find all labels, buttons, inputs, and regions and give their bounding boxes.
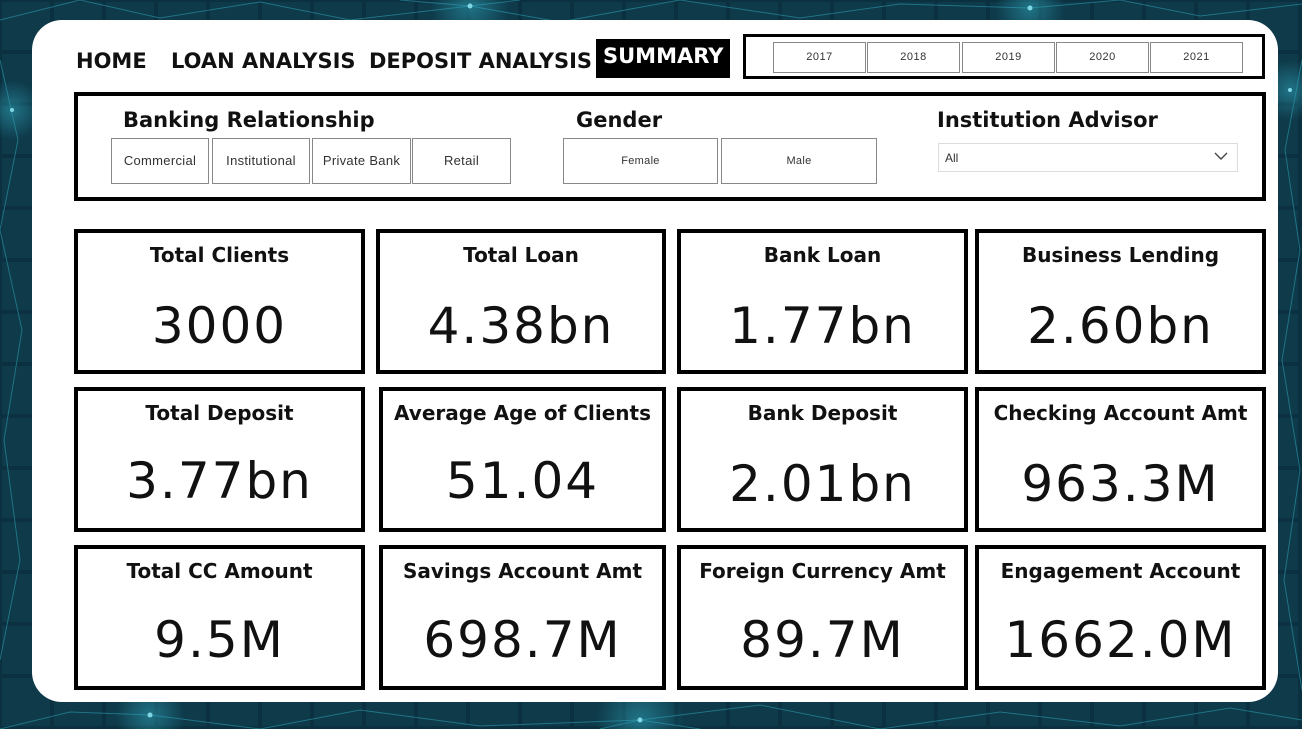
kpi-engagement-account: Engagement Account 1662.0M — [975, 545, 1266, 690]
kpi-bank-loan: Bank Loan 1.77bn — [677, 229, 968, 374]
kpi-checking-account: Checking Account Amt 963.3M — [975, 387, 1266, 532]
institution-advisor-dropdown[interactable]: All — [938, 143, 1238, 172]
kpi-value: 89.7M — [740, 611, 905, 669]
chip-retail[interactable]: Retail — [412, 138, 511, 184]
nav-deposit-analysis[interactable]: DEPOSIT ANALYSIS — [369, 44, 592, 78]
kpi-average-age: Average Age of Clients 51.04 — [379, 387, 666, 532]
kpi-value: 698.7M — [423, 611, 622, 669]
filters-panel: Banking Relationship Commercial Institut… — [74, 92, 1266, 201]
banking-relationship-title: Banking Relationship — [123, 108, 375, 132]
chip-female[interactable]: Female — [563, 138, 718, 184]
kpi-value: 1662.0M — [1004, 611, 1237, 669]
year-button-2017[interactable]: 2017 — [773, 42, 866, 73]
year-button-2020[interactable]: 2020 — [1056, 42, 1149, 73]
chip-institutional[interactable]: Institutional — [212, 138, 310, 184]
chip-commercial[interactable]: Commercial — [111, 138, 209, 184]
kpi-total-loan: Total Loan 4.38bn — [376, 229, 666, 374]
nav-loan-analysis[interactable]: LOAN ANALYSIS — [171, 44, 356, 78]
chevron-down-icon — [1214, 152, 1228, 160]
kpi-foreign-currency: Foreign Currency Amt 89.7M — [677, 545, 968, 690]
kpi-title: Checking Account Amt — [993, 401, 1248, 425]
kpi-title: Total CC Amount — [126, 559, 313, 583]
kpi-title: Engagement Account — [1000, 559, 1241, 583]
kpi-title: Total Loan — [463, 243, 579, 267]
chip-male[interactable]: Male — [721, 138, 877, 184]
kpi-value: 9.5M — [154, 611, 285, 669]
kpi-value: 2.01bn — [729, 455, 916, 513]
institution-advisor-title: Institution Advisor — [937, 108, 1158, 132]
kpi-value: 1.77bn — [729, 297, 916, 355]
kpi-title: Bank Deposit — [747, 401, 898, 425]
gender-title: Gender — [576, 108, 663, 132]
kpi-business-lending: Business Lending 2.60bn — [975, 229, 1266, 374]
year-slicer: 2017 2018 2019 2020 2021 — [743, 34, 1265, 79]
kpi-title: Bank Loan — [763, 243, 882, 267]
kpi-value: 3000 — [151, 297, 288, 355]
kpi-value: 963.3M — [1021, 455, 1220, 513]
year-button-2019[interactable]: 2019 — [962, 42, 1055, 73]
kpi-title: Average Age of Clients — [394, 401, 651, 425]
nav-home[interactable]: HOME — [76, 44, 147, 78]
kpi-total-cc-amount: Total CC Amount 9.5M — [74, 545, 365, 690]
kpi-value: 3.77bn — [126, 452, 313, 510]
kpi-value: 51.04 — [445, 452, 600, 510]
kpi-value: 4.38bn — [427, 297, 615, 355]
chip-private-bank[interactable]: Private Bank — [312, 138, 411, 184]
kpi-total-deposit: Total Deposit 3.77bn — [74, 387, 365, 532]
institution-advisor-value: All — [945, 151, 959, 165]
kpi-title: Savings Account Amt — [402, 559, 643, 583]
kpi-title: Total Clients — [149, 243, 290, 267]
kpi-title: Foreign Currency Amt — [699, 559, 946, 583]
kpi-title: Business Lending — [1021, 243, 1220, 267]
kpi-bank-deposit: Bank Deposit 2.01bn — [677, 387, 968, 532]
kpi-title: Total Deposit — [145, 401, 294, 425]
year-button-2018[interactable]: 2018 — [867, 42, 960, 73]
kpi-value: 2.60bn — [1027, 297, 1214, 355]
year-button-2021[interactable]: 2021 — [1150, 42, 1243, 73]
kpi-savings-account: Savings Account Amt 698.7M — [379, 545, 666, 690]
kpi-total-clients: Total Clients 3000 — [74, 229, 365, 374]
nav-summary[interactable]: SUMMARY — [596, 39, 731, 78]
